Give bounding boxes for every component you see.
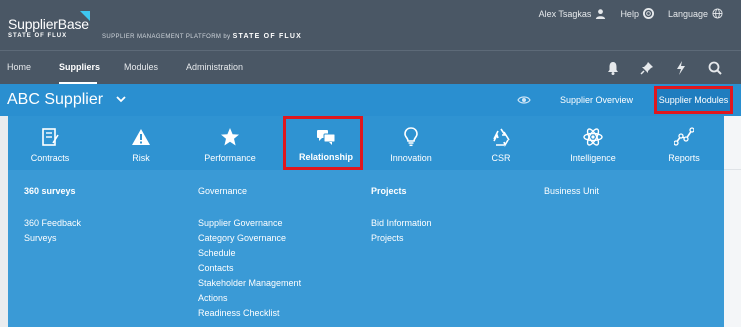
star-icon: [221, 128, 239, 146]
globe-icon: [712, 8, 723, 19]
supplier-modules-button[interactable]: Supplier Modules: [654, 86, 733, 114]
eye-icon[interactable]: [517, 94, 531, 106]
module-label: Risk: [132, 153, 150, 163]
language-label: Language: [667, 8, 708, 19]
module-performance[interactable]: Performance: [190, 116, 270, 170]
module-label: Contracts: [30, 153, 70, 163]
menu-link[interactable]: Stakeholder Management: [198, 276, 301, 291]
chat-icon: [317, 130, 336, 145]
supplier-overview-link[interactable]: Supplier Overview: [560, 95, 633, 105]
nav-modules[interactable]: Modules: [124, 62, 158, 72]
menu-heading: 360 surveys: [24, 186, 76, 196]
module-innovation[interactable]: Innovation: [371, 116, 451, 170]
menu-column-360-surveys: 360 surveys 360 Feedback Surveys: [24, 186, 81, 246]
menu-heading: Governance: [198, 186, 248, 196]
platform-tagline: SUPPLIER MANAGEMENT PLATFORM by STATE OF…: [102, 33, 302, 40]
supplier-subbar: ABC Supplier Supplier Overview Supplier …: [0, 84, 741, 116]
module-label: Reports: [668, 153, 700, 163]
module-contracts[interactable]: Contracts: [10, 116, 90, 170]
lightbulb-icon: [404, 127, 418, 147]
main-nav: Home Suppliers Modules Administration: [0, 50, 741, 85]
nav-home[interactable]: Home: [7, 62, 31, 72]
module-label: Performance: [204, 153, 256, 163]
nav-suppliers[interactable]: Suppliers: [59, 62, 100, 72]
warning-icon: [132, 129, 150, 145]
supplier-name: ABC Supplier: [7, 91, 104, 108]
user-area: Alex Tsagkas Help Language: [539, 8, 723, 19]
menu-column-governance: Governance Supplier Governance Category …: [198, 186, 301, 321]
module-label: Intelligence: [570, 153, 616, 163]
platform-brand: STATE OF FLUX: [232, 33, 303, 40]
nav-administration[interactable]: Administration: [186, 62, 243, 72]
platform-prefix: SUPPLIER MANAGEMENT PLATFORM by: [102, 34, 231, 40]
logo-main-text: SupplierBase: [8, 16, 89, 32]
language-menu[interactable]: Language: [668, 8, 723, 19]
lightning-icon[interactable]: [673, 60, 689, 76]
menu-column-projects: Projects Bid Information Projects: [371, 186, 432, 246]
module-intelligence[interactable]: Intelligence: [553, 116, 633, 170]
pin-icon[interactable]: [639, 60, 655, 76]
bell-icon[interactable]: [605, 60, 621, 76]
menu-link[interactable]: Supplier Governance: [198, 216, 301, 231]
menu-link[interactable]: Schedule: [198, 246, 301, 261]
menu-link[interactable]: 360 Feedback: [24, 216, 81, 231]
page-background-strip: [724, 116, 741, 170]
module-label: CSR: [491, 153, 511, 163]
module-label: Innovation: [390, 153, 432, 163]
top-header: SupplierBase STATE OF FLUX SUPPLIER MANA…: [0, 0, 741, 50]
menu-link[interactable]: Projects: [371, 231, 432, 246]
user-profile[interactable]: Alex Tsagkas: [539, 8, 607, 19]
nav-icon-group: [605, 60, 723, 76]
menu-link[interactable]: Bid Information: [371, 216, 432, 231]
atom-icon: [583, 128, 603, 146]
supplierbase-logo[interactable]: SupplierBase STATE OF FLUX: [8, 10, 90, 42]
logo-mark-icon: [80, 11, 90, 21]
help-menu[interactable]: Help: [620, 8, 654, 19]
search-icon[interactable]: [707, 60, 723, 76]
user-name: Alex Tsagkas: [538, 8, 592, 19]
module-strip: Contracts Risk Performance Relationship …: [8, 116, 724, 170]
chevron-down-icon[interactable]: [114, 92, 128, 106]
chart-line-icon: [674, 127, 694, 146]
menu-link[interactable]: Category Governance: [198, 231, 301, 246]
module-reports[interactable]: Reports: [644, 116, 724, 170]
module-label: Relationship: [298, 152, 353, 162]
user-icon: [596, 9, 606, 19]
menu-link[interactable]: Contacts: [198, 261, 301, 276]
recycle-icon: [493, 128, 510, 147]
module-risk[interactable]: Risk: [101, 116, 181, 170]
module-relationship[interactable]: Relationship: [283, 116, 363, 170]
lifebuoy-icon: [642, 8, 654, 19]
menu-link[interactable]: Readiness Checklist: [198, 306, 301, 321]
logo-sub-text: STATE OF FLUX: [8, 33, 68, 39]
menu-heading: Business Unit: [544, 186, 600, 196]
modules-dropdown-panel: Contracts Risk Performance Relationship …: [8, 116, 724, 327]
menu-link[interactable]: Surveys: [24, 231, 81, 246]
module-csr[interactable]: CSR: [461, 116, 541, 170]
contracts-icon: [42, 128, 59, 146]
menu-link[interactable]: Actions: [198, 291, 301, 306]
menu-column-business-unit: Business Unit: [544, 186, 599, 216]
help-label: Help: [620, 8, 639, 19]
menu-heading: Projects: [371, 186, 407, 196]
